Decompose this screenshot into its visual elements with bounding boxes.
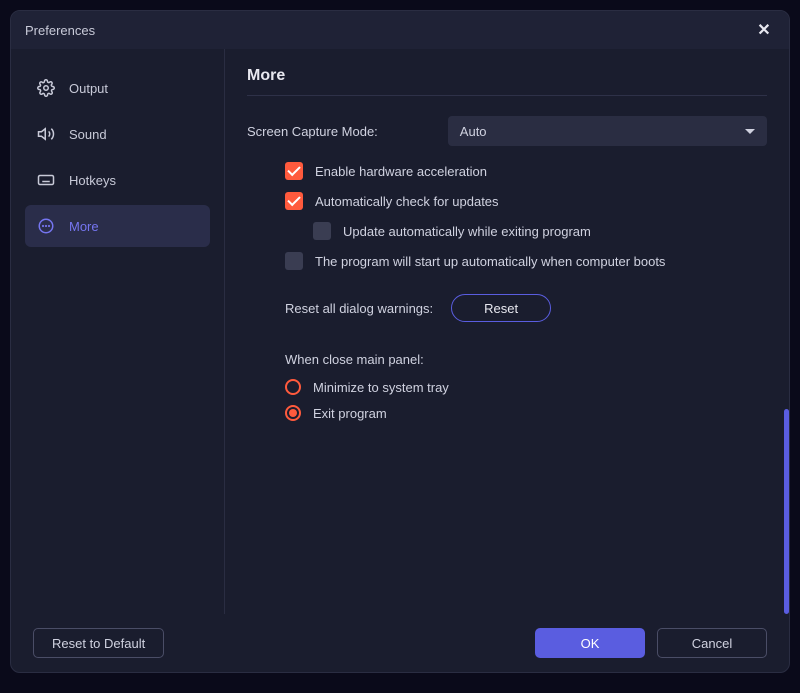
close-icon: ✕ [757,20,770,40]
sidebar-item-label: Output [69,81,108,96]
screen-capture-dropdown[interactable]: Auto [448,116,767,146]
scrollbar[interactable] [784,409,789,614]
page-title: More [247,67,767,96]
hw-accel-checkbox[interactable] [285,162,303,180]
body: Output Sound Hotkeys More [11,49,789,614]
exit-label: Exit program [313,406,387,421]
cancel-button[interactable]: Cancel [657,628,767,658]
reset-button[interactable]: Reset [451,294,551,322]
gear-icon [37,79,55,97]
dropdown-value: Auto [460,124,487,139]
window-title: Preferences [25,23,95,38]
minimize-label: Minimize to system tray [313,380,449,395]
reset-default-button[interactable]: Reset to Default [33,628,164,658]
footer: Reset to Default OK Cancel [11,614,789,672]
startup-label: The program will start up automatically … [315,254,665,269]
close-panel-label: When close main panel: [247,352,767,367]
auto-update-row: Automatically check for updates [247,192,767,210]
hw-accel-row: Enable hardware acceleration [247,162,767,180]
preferences-window: Preferences ✕ Output Sound [10,10,790,673]
ok-button[interactable]: OK [535,628,645,658]
content: More Screen Capture Mode: Auto Enable ha… [225,49,789,614]
minimize-radio[interactable] [285,379,301,395]
close-button[interactable]: ✕ [753,19,775,41]
screen-capture-row: Screen Capture Mode: Auto [247,116,767,146]
chevron-down-icon [745,129,755,134]
sidebar-item-hotkeys[interactable]: Hotkeys [25,159,210,201]
sidebar-item-more[interactable]: More [25,205,210,247]
sidebar-item-label: Hotkeys [69,173,116,188]
auto-update-label: Automatically check for updates [315,194,499,209]
more-icon [37,217,55,235]
update-on-exit-row: Update automatically while exiting progr… [247,222,767,240]
sound-icon [37,125,55,143]
startup-row: The program will start up automatically … [247,252,767,270]
footer-right: OK Cancel [535,628,767,658]
reset-label: Reset all dialog warnings: [285,301,433,316]
sidebar: Output Sound Hotkeys More [11,49,225,614]
sidebar-item-label: Sound [69,127,107,142]
exit-radio[interactable] [285,405,301,421]
auto-update-checkbox[interactable] [285,192,303,210]
minimize-radio-row: Minimize to system tray [247,379,767,395]
reset-row: Reset all dialog warnings: Reset [247,294,767,322]
sidebar-item-label: More [69,219,99,234]
startup-checkbox[interactable] [285,252,303,270]
update-on-exit-checkbox[interactable] [313,222,331,240]
hw-accel-label: Enable hardware acceleration [315,164,487,179]
sidebar-item-sound[interactable]: Sound [25,113,210,155]
exit-radio-row: Exit program [247,405,767,421]
screen-capture-label: Screen Capture Mode: [247,124,378,139]
sidebar-item-output[interactable]: Output [25,67,210,109]
footer-left: Reset to Default [33,628,164,658]
update-on-exit-label: Update automatically while exiting progr… [343,224,591,239]
titlebar: Preferences ✕ [11,11,789,49]
keyboard-icon [37,171,55,189]
